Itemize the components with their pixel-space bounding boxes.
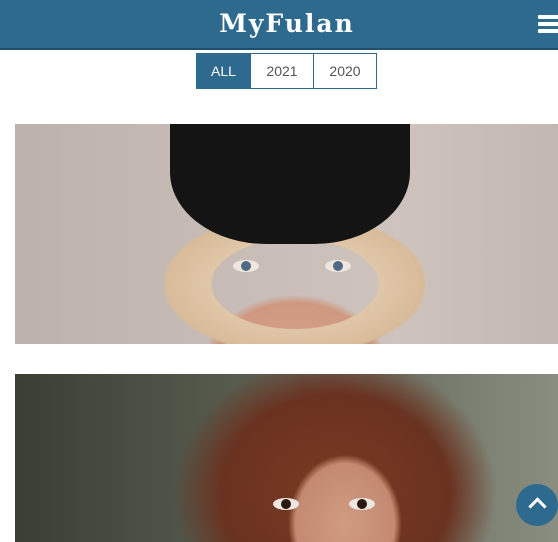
photo-detail-eye — [349, 498, 375, 510]
filter-2020-button[interactable]: 2020 — [313, 54, 376, 88]
photo-detail-eye — [233, 260, 259, 272]
photo-detail-eye — [273, 498, 299, 510]
site-logo[interactable]: MyFulan — [0, 8, 558, 40]
filter-2021-button[interactable]: 2021 — [250, 54, 313, 88]
gallery-photo[interactable] — [15, 124, 558, 344]
hamburger-menu-icon[interactable] — [538, 15, 558, 33]
chevron-up-icon — [528, 497, 547, 516]
photo-detail-eye — [325, 260, 351, 272]
portfolio-filter: ALL 2021 2020 — [196, 53, 377, 89]
top-navbar: MyFulan — [0, 0, 558, 50]
filter-all-button[interactable]: ALL — [197, 54, 250, 88]
scroll-to-top-button[interactable] — [516, 484, 558, 526]
gallery-photo[interactable] — [15, 374, 558, 542]
photo-detail-cap — [170, 124, 410, 244]
